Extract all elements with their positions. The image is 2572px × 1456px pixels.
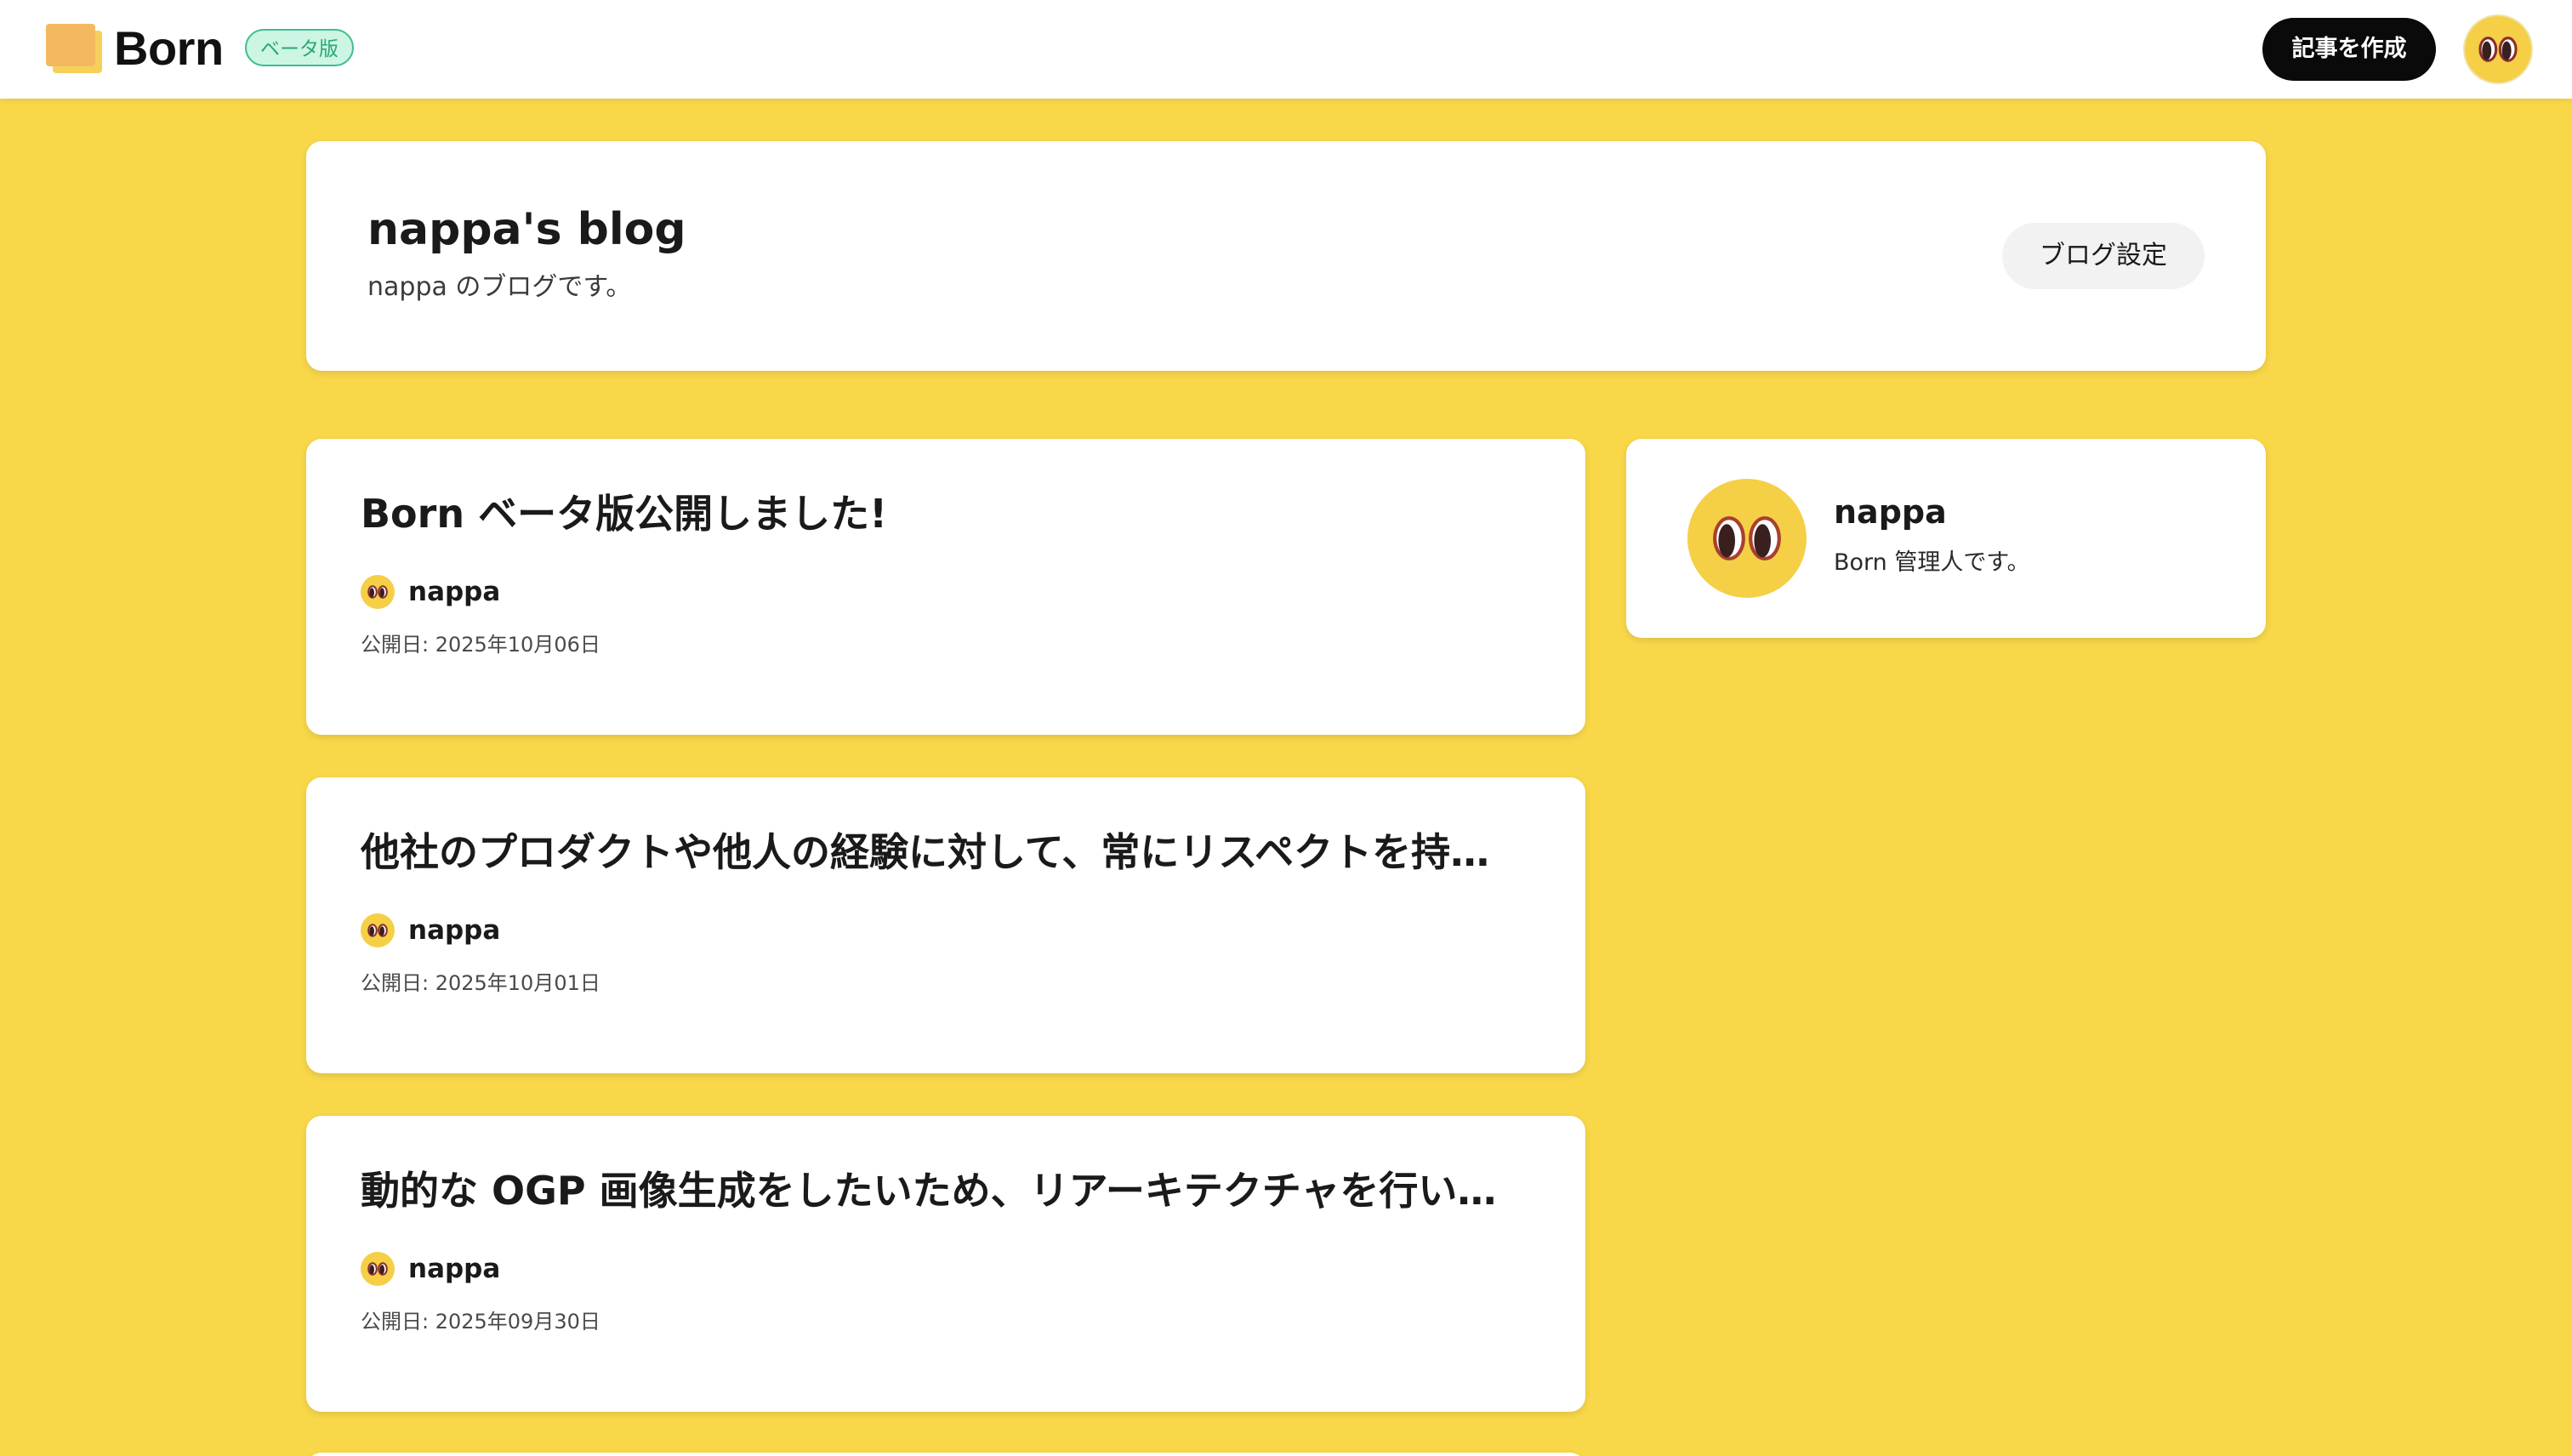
born-logo-icon[interactable] <box>46 24 104 73</box>
article-title[interactable]: 他社のプロダクトや他人の経験に対して、常にリスペクトを持… <box>361 827 1543 878</box>
author-avatar-icon <box>361 1252 395 1286</box>
top-header: Born ベータ版 記事を作成 <box>0 0 2572 99</box>
author-avatar-icon <box>361 913 395 947</box>
beta-badge: ベータ版 <box>245 29 354 66</box>
user-avatar-button[interactable] <box>2465 16 2531 82</box>
article-author[interactable]: nappa <box>361 1250 500 1288</box>
eyes-avatar-icon <box>1713 516 1781 560</box>
article-title[interactable]: 動的な OGP 画像生成をしたいため、リアーキテクチャを行い… <box>361 1165 1543 1216</box>
author-name: nappa <box>408 1254 501 1284</box>
blog-description: nappa のブログです。 <box>367 272 632 302</box>
article-card-partial[interactable] <box>306 1453 1585 1456</box>
profile-card: nappa Born 管理人です。 <box>1626 439 2266 638</box>
blog-settings-button[interactable]: ブログ設定 <box>2002 223 2205 289</box>
eyes-avatar-icon <box>2478 37 2518 62</box>
profile-avatar[interactable] <box>1687 479 1807 598</box>
publish-date: 公開日: 2025年10月06日 <box>361 633 600 657</box>
article-card[interactable]: 動的な OGP 画像生成をしたいため、リアーキテクチャを行い… nappa 公開… <box>306 1116 1585 1412</box>
article-author[interactable]: nappa <box>361 912 500 949</box>
author-name: nappa <box>408 577 501 607</box>
author-avatar-icon <box>361 575 395 609</box>
publish-date: 公開日: 2025年09月30日 <box>361 1310 600 1334</box>
logo-text[interactable]: Born <box>114 19 224 78</box>
article-author[interactable]: nappa <box>361 573 500 611</box>
publish-date: 公開日: 2025年10月01日 <box>361 971 600 995</box>
article-card[interactable]: Born ベータ版公開しました! nappa 公開日: 2025年10月06日 <box>306 439 1585 735</box>
blog-header-card: nappa's blog nappa のブログです。 ブログ設定 <box>306 141 2266 371</box>
profile-name[interactable]: nappa <box>1834 492 1947 532</box>
article-card[interactable]: 他社のプロダクトや他人の経験に対して、常にリスペクトを持… nappa 公開日:… <box>306 777 1585 1073</box>
create-article-button[interactable]: 記事を作成 <box>2262 18 2436 81</box>
blog-title: nappa's blog <box>367 204 686 255</box>
article-title[interactable]: Born ベータ版公開しました! <box>361 488 1543 539</box>
profile-bio: Born 管理人です。 <box>1834 549 2030 576</box>
author-name: nappa <box>408 915 501 946</box>
